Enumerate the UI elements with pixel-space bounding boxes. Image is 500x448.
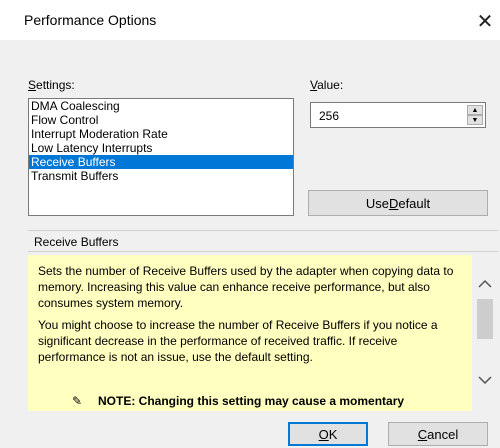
value-spinbox[interactable]: 256 ▲ ▼: [310, 102, 486, 128]
note-icon: ✎: [72, 394, 83, 408]
description-panel: Sets the number of Receive Buffers used …: [28, 255, 472, 411]
use-default-button[interactable]: Use Default: [308, 190, 488, 216]
description-scrollbar[interactable]: [472, 255, 498, 411]
settings-list[interactable]: DMA Coalescing Flow Control Interrupt Mo…: [28, 98, 294, 216]
close-icon: ✕: [476, 10, 494, 33]
settings-item-receive-buffers[interactable]: Receive Buffers: [29, 155, 293, 169]
settings-label: Settings:: [28, 78, 75, 92]
description-paragraph-2: You might choose to increase the number …: [38, 318, 438, 364]
settings-item-transmit-buffers[interactable]: Transmit Buffers: [29, 169, 293, 183]
performance-options-dialog: Performance Options ✕ Settings: DMA Coal…: [0, 0, 500, 448]
ok-button[interactable]: OK: [288, 422, 368, 446]
settings-item-low-latency-interrupts[interactable]: Low Latency Interrupts: [29, 141, 293, 155]
settings-item-dma-coalescing[interactable]: DMA Coalescing: [29, 99, 293, 113]
value-label: Value:: [310, 78, 344, 92]
cancel-button[interactable]: Cancel: [388, 422, 488, 446]
value-input[interactable]: 256: [319, 109, 339, 123]
settings-item-flow-control[interactable]: Flow Control: [29, 113, 293, 127]
description-title: Receive Buffers: [34, 235, 119, 249]
title-bar: Performance Options ✕: [0, 0, 500, 40]
description-paragraph-1: Sets the number of Receive Buffers used …: [38, 264, 454, 310]
scroll-thumb[interactable]: [477, 299, 493, 339]
scroll-up-icon[interactable]: [472, 273, 498, 295]
description-header: Receive Buffers: [28, 230, 498, 252]
close-button[interactable]: ✕: [470, 6, 500, 36]
description-note: NOTE: Changing this setting may cause a …: [98, 394, 405, 408]
value-spinner[interactable]: ▲ ▼: [467, 105, 483, 125]
spin-up-icon[interactable]: ▲: [467, 105, 483, 115]
window-title: Performance Options: [24, 12, 157, 28]
settings-item-interrupt-moderation-rate[interactable]: Interrupt Moderation Rate: [29, 127, 293, 141]
spin-down-icon[interactable]: ▼: [467, 115, 483, 125]
scroll-down-icon[interactable]: [472, 369, 498, 391]
